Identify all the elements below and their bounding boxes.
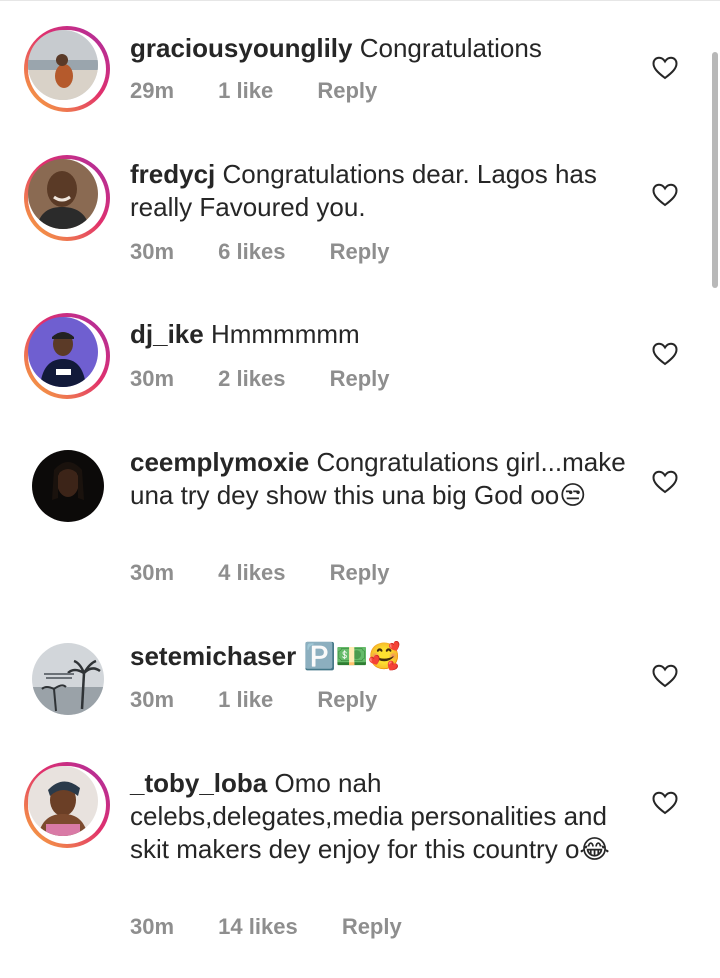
avatar[interactable] [24,155,110,241]
heart-outline-icon[interactable] [652,470,678,494]
comment-time: 29m [130,78,175,103]
heart-outline-icon[interactable] [652,664,678,688]
heart-outline-icon[interactable] [652,56,678,80]
comment-username[interactable]: graciousyounglily [130,33,353,63]
comment-likes[interactable]: 4 likes [218,560,285,585]
heart-outline-icon[interactable] [652,791,678,815]
avatar-palm-trees-icon [32,643,104,715]
comment-time: 30m [130,687,175,712]
comment-time: 30m [130,914,175,939]
heart-outline-icon[interactable] [652,183,678,207]
avatar-beach-portrait-icon [28,30,98,100]
comment-text: 🅿️💵🥰 [303,641,401,671]
avatar-man-cap-icon [28,317,98,387]
comment-time: 30m [130,239,175,264]
comment-likes[interactable]: 2 likes [218,366,285,391]
avatar-selfie-man-icon [28,159,98,229]
comment-likes[interactable]: 6 likes [218,239,285,264]
comment-username[interactable]: _toby_loba [130,768,267,798]
comment-text: Hmmmmmm [210,319,360,349]
top-divider [0,0,720,1]
comment-username[interactable]: fredycj [130,159,215,189]
comment-likes[interactable]: 1 like [218,687,273,712]
reply-button[interactable]: Reply [330,560,390,585]
comment-likes[interactable]: 14 likes [218,914,298,939]
heart-outline-icon[interactable] [652,342,678,366]
avatar[interactable] [32,643,104,715]
comment-username[interactable]: setemichaser [130,641,296,671]
comment-time: 30m [130,560,175,585]
reply-button[interactable]: Reply [330,239,390,264]
comment-time: 30m [130,366,175,391]
avatar-woman-headwrap-icon [28,766,98,836]
avatar-dark-portrait-icon [32,450,104,522]
comment-likes[interactable]: 1 like [218,78,273,103]
reply-button[interactable]: Reply [317,687,377,712]
avatar[interactable] [24,26,110,112]
comment-username[interactable]: dj_ike [130,319,204,349]
reply-button[interactable]: Reply [317,78,377,103]
comment-text: Congratulations [359,33,542,63]
avatar[interactable] [32,450,104,522]
scrollbar[interactable] [712,52,718,288]
avatar[interactable] [24,762,110,848]
reply-button[interactable]: Reply [342,914,402,939]
avatar[interactable] [24,313,110,399]
reply-button[interactable]: Reply [330,366,390,391]
comment-username[interactable]: ceemplymoxie [130,447,309,477]
